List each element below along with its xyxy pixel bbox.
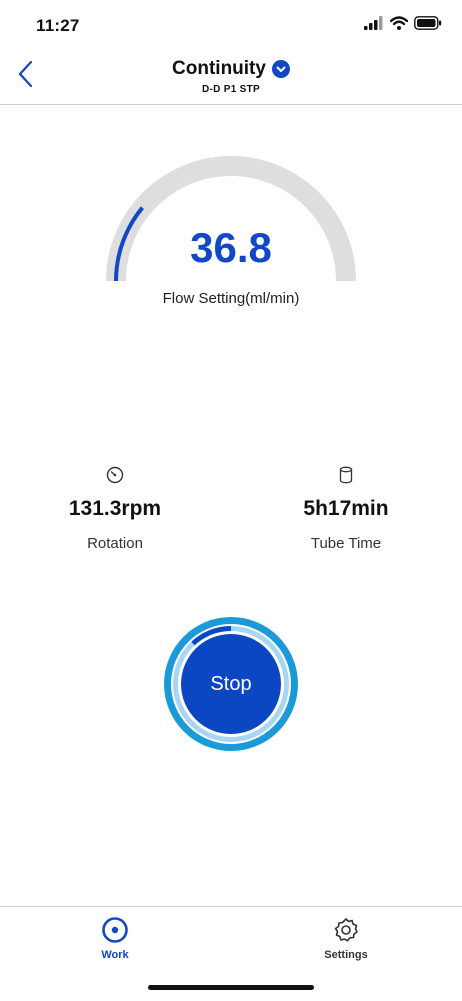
battery-icon xyxy=(414,15,442,35)
chevron-down-icon[interactable] xyxy=(271,60,290,78)
stop-control: Stop xyxy=(156,609,306,759)
tube-time-value: 5h17min xyxy=(303,497,389,520)
home-indicator xyxy=(148,985,314,990)
tab-work-label: Work xyxy=(101,949,129,961)
rotation-stat: 131.3rpm Rotation xyxy=(35,465,195,552)
status-icons xyxy=(364,15,442,35)
status-bar: 11:27 xyxy=(0,0,462,50)
status-time: 11:27 xyxy=(36,16,80,35)
navigation-header: Continuity D-D P1 STP xyxy=(0,50,462,105)
title-group[interactable]: Continuity xyxy=(0,58,462,80)
stop-button[interactable]: Stop xyxy=(181,634,281,734)
flow-value: 36.8 xyxy=(190,224,272,271)
cellular-signal-icon xyxy=(364,15,384,35)
tab-settings-label: Settings xyxy=(324,949,368,961)
flow-label: Flow Setting(ml/min) xyxy=(162,290,300,307)
rotation-value: 131.3rpm xyxy=(68,497,162,520)
gauge-icon xyxy=(35,465,195,485)
rotation-label: Rotation xyxy=(87,535,143,552)
cylinder-icon xyxy=(266,465,426,485)
tube-time-stat: 5h17min Tube Time xyxy=(266,465,426,552)
page-title: Continuity xyxy=(172,58,266,79)
work-target-icon xyxy=(55,915,175,945)
tab-settings[interactable]: Settings xyxy=(286,915,406,961)
wifi-icon xyxy=(389,15,409,35)
stop-label: Stop xyxy=(210,672,252,695)
tab-work[interactable]: Work xyxy=(55,915,175,961)
tube-time-label: Tube Time xyxy=(310,535,382,552)
settings-gear-icon xyxy=(286,915,406,945)
device-subtitle: D-D P1 STP xyxy=(201,84,260,95)
